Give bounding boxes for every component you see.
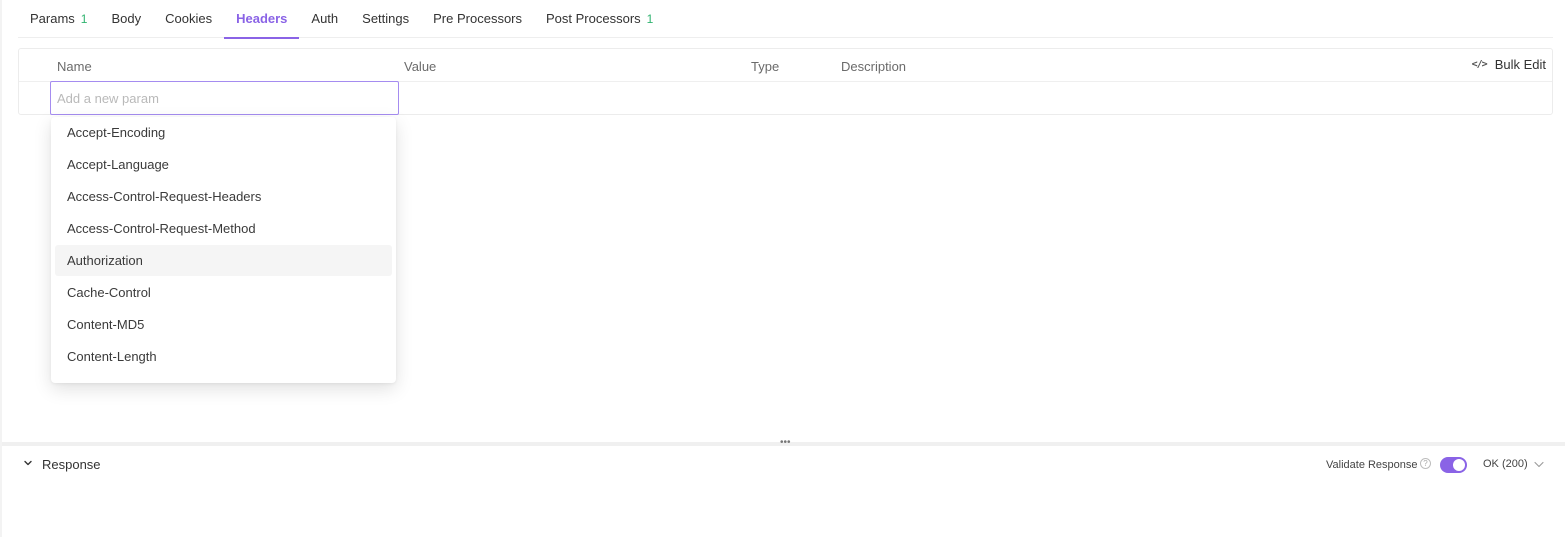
header-suggestions-dropdown: Accept-Encoding Accept-Language Access-C…: [51, 117, 396, 383]
dropdown-option[interactable]: Accept-Encoding: [55, 117, 392, 148]
chevron-down-icon[interactable]: [22, 457, 34, 469]
dropdown-option-highlighted[interactable]: Authorization: [55, 245, 392, 276]
validate-response-toggle[interactable]: [1440, 457, 1467, 473]
tab-label: Params: [30, 11, 75, 26]
headers-table: Name Value Type Description </> Bulk Edi…: [18, 48, 1553, 115]
column-header-value: Value: [404, 59, 437, 74]
chevron-down-icon: [1534, 461, 1544, 467]
validate-response-label: Validate Response: [1326, 459, 1418, 471]
tab-settings[interactable]: Settings: [350, 0, 421, 38]
response-status-select[interactable]: OK (200): [1483, 458, 1544, 470]
tab-label: Settings: [362, 11, 410, 26]
new-param-name-input[interactable]: [50, 81, 399, 115]
request-tabs: Params 1 Body Cookies Headers Auth Settin…: [18, 0, 1553, 39]
tab-count-badge: 1: [80, 12, 88, 26]
response-panel-header: Response Validate Response ? OK (200): [2, 446, 1565, 486]
dropdown-option[interactable]: Accept-Language: [55, 149, 392, 180]
bulk-edit-button[interactable]: </> Bulk Edit: [1472, 57, 1546, 72]
tab-count-badge: 1: [646, 12, 654, 26]
dropdown-option[interactable]: Content-Length: [55, 341, 392, 372]
toggle-knob: [1453, 459, 1465, 471]
table-header-row: Name Value Type Description </> Bulk Edi…: [19, 49, 1552, 82]
tab-headers[interactable]: Headers: [224, 0, 300, 39]
tab-label: Post Processors: [546, 11, 641, 26]
dropdown-option[interactable]: Cache-Control: [55, 277, 392, 308]
code-icon: </>: [1471, 59, 1488, 70]
column-header-name: Name: [57, 59, 92, 74]
column-header-description: Description: [841, 59, 907, 74]
tab-pre-processors[interactable]: Pre Processors: [421, 0, 534, 38]
tab-label: Headers: [236, 11, 288, 26]
tab-body[interactable]: Body: [99, 0, 153, 38]
response-title: Response: [42, 457, 101, 472]
dropdown-option[interactable]: Access-Control-Request-Headers: [55, 181, 392, 212]
tab-params[interactable]: Params 1: [18, 0, 99, 38]
dropdown-option[interactable]: Access-Control-Request-Method: [55, 213, 392, 244]
tab-label: Pre Processors: [433, 11, 523, 26]
tab-auth[interactable]: Auth: [299, 0, 350, 38]
response-status-value: OK (200): [1483, 458, 1528, 470]
column-header-type: Type: [751, 59, 780, 74]
question-circle-icon[interactable]: ?: [1420, 458, 1431, 469]
tab-label: Body: [111, 11, 142, 26]
tab-post-processors[interactable]: Post Processors 1: [534, 0, 665, 38]
dropdown-option[interactable]: Content-MD5: [55, 309, 392, 340]
tab-label: Auth: [311, 11, 339, 26]
tab-label: Cookies: [165, 11, 213, 26]
bulk-edit-label: Bulk Edit: [1494, 57, 1546, 72]
tab-cookies[interactable]: Cookies: [153, 0, 224, 38]
